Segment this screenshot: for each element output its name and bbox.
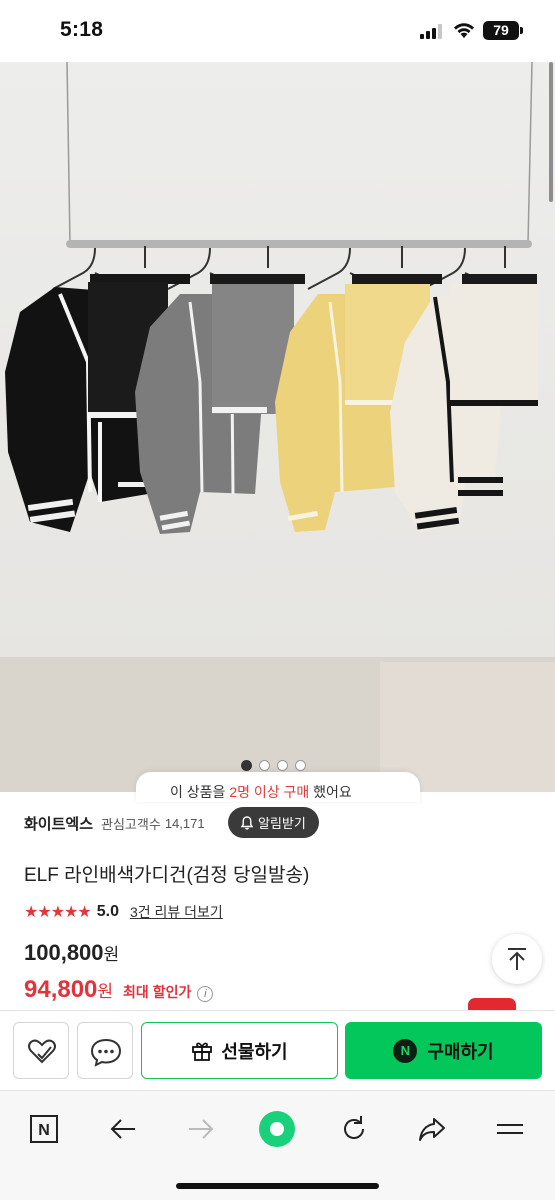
home-indicator[interactable]: [176, 1183, 379, 1189]
clock: 5:18: [60, 18, 104, 41]
notify-button[interactable]: 알림받기: [228, 807, 319, 838]
product-image[interactable]: [0, 62, 555, 792]
gift-icon: [192, 1042, 213, 1061]
back-button[interactable]: [103, 1109, 143, 1149]
followers-label: 관심고객수: [101, 816, 161, 832]
currency-label: 원: [103, 945, 120, 964]
cellular-signal-icon: [420, 24, 442, 39]
battery-icon: 79: [483, 21, 523, 40]
forward-button[interactable]: [181, 1109, 221, 1149]
image-pagination: [241, 760, 306, 771]
buy-button[interactable]: N 구매하기: [345, 1022, 542, 1079]
refresh-icon: [344, 1116, 364, 1139]
product-title: ELF 라인배색가디건(검정 당일발송): [24, 865, 310, 886]
gift-button[interactable]: 선물하기: [141, 1022, 338, 1079]
naver-home-button[interactable]: N: [24, 1109, 64, 1149]
green-dot-button[interactable]: [257, 1109, 297, 1149]
arrow-up-icon: [508, 948, 526, 970]
purchase-action-bar: 선물하기 N 구매하기: [0, 1010, 555, 1090]
followers-count: 14,171: [164, 815, 205, 831]
wishlist-button[interactable]: [13, 1022, 69, 1079]
rating-stars: ★★★★★: [24, 904, 92, 921]
status-bar: 5:18 79: [0, 0, 555, 62]
pagination-dot[interactable]: [277, 760, 288, 771]
wifi-icon: [454, 23, 474, 38]
review-link[interactable]: 3건 리뷰 더보기: [130, 902, 223, 922]
chat-bubble-icon: [90, 1038, 122, 1067]
sale-price-row: 94,800 원 최대 할인가 i: [24, 976, 214, 1004]
scroll-to-top-button[interactable]: [492, 934, 542, 984]
share-button[interactable]: [412, 1109, 452, 1149]
refresh-button[interactable]: [334, 1109, 374, 1149]
max-discount-label: 최대 할인가: [123, 984, 192, 1000]
rating-row: ★★★★★ 5.0 3건 리뷰 더보기: [24, 902, 223, 922]
svg-text:N: N: [38, 1122, 50, 1139]
naver-pay-icon: N: [393, 1038, 418, 1063]
sale-price: 94,800: [24, 976, 98, 1003]
arrow-left-icon: [110, 1119, 135, 1139]
arrow-right-icon: [189, 1119, 214, 1139]
pagination-dot[interactable]: [259, 760, 270, 771]
pagination-dot-active[interactable]: [241, 760, 252, 771]
naver-n-icon: N: [30, 1115, 58, 1143]
original-price-row: 100,800원: [24, 940, 119, 966]
scroll-indicator[interactable]: [549, 62, 553, 202]
bell-plus-icon: [240, 815, 254, 830]
sale-currency-label: 원: [97, 982, 114, 1001]
talk-button[interactable]: [77, 1022, 133, 1079]
store-name[interactable]: 화이트엑스: [24, 813, 93, 834]
product-photo: [0, 62, 555, 792]
pagination-dot[interactable]: [295, 760, 306, 771]
original-price: 100,800: [24, 940, 104, 965]
purchase-count-tooltip: 이 상품을 2명 이상 구매 했어요: [136, 772, 420, 802]
menu-button[interactable]: [490, 1109, 530, 1149]
info-icon[interactable]: i: [197, 986, 214, 1002]
hamburger-menu-icon: [497, 1124, 523, 1134]
share-arrow-icon: [419, 1118, 445, 1141]
green-dot-icon: [259, 1111, 295, 1147]
store-row: 화이트엑스 관심고객수 14,171: [24, 808, 205, 838]
heart-check-icon: [28, 1039, 56, 1064]
rating-value: 5.0: [96, 903, 119, 920]
